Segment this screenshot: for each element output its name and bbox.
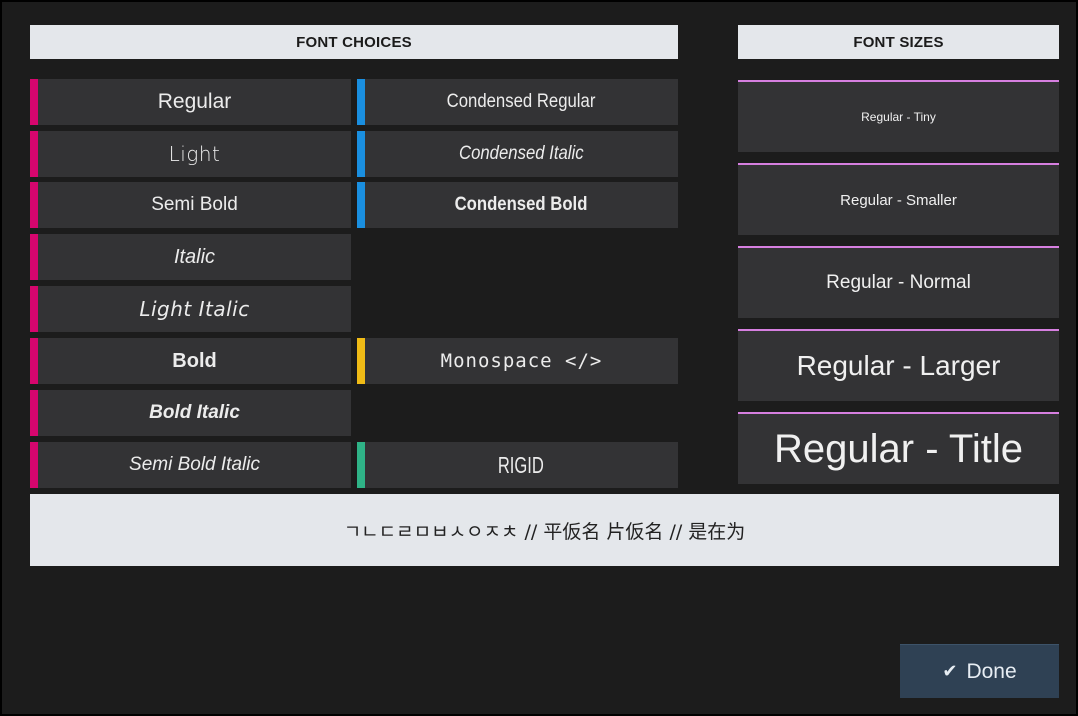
done-button[interactable]: ✔ Done bbox=[900, 644, 1059, 698]
regular-accent-bar bbox=[30, 286, 38, 332]
font-rigid-label: RIGID bbox=[497, 451, 544, 478]
regular-accent-bar bbox=[30, 338, 38, 384]
font-condensed-regular-label: Condensed Regular bbox=[446, 91, 596, 112]
size-title-label: Regular - Title bbox=[774, 426, 1023, 471]
font-rigid-button[interactable]: RIGID bbox=[357, 442, 678, 488]
monospace-accent-bar bbox=[357, 338, 365, 384]
regular-accent-bar bbox=[30, 79, 38, 125]
size-larger-label: Regular - Larger bbox=[796, 350, 1001, 381]
font-light-label: Light bbox=[168, 142, 221, 166]
size-title-button[interactable]: Regular - Title bbox=[738, 412, 1059, 484]
font-condensed-regular-button[interactable]: Condensed Regular bbox=[357, 79, 678, 125]
font-bold-italic-button[interactable]: Bold Italic bbox=[30, 390, 351, 436]
done-label: Done bbox=[966, 659, 1017, 683]
font-sizes-header: FONT SIZES bbox=[738, 25, 1059, 59]
font-italic-label: Italic bbox=[173, 245, 216, 268]
font-semi-bold-italic-button[interactable]: Semi Bold Italic bbox=[30, 442, 351, 488]
font-monospace-button[interactable]: Monospace </> bbox=[357, 338, 678, 384]
regular-accent-bar bbox=[30, 442, 38, 488]
condensed-accent-bar bbox=[357, 182, 365, 228]
font-bold-button[interactable]: Bold bbox=[30, 338, 351, 384]
font-condensed-italic-button[interactable]: Condensed Italic bbox=[357, 131, 678, 177]
size-tiny-label: Regular - Tiny bbox=[861, 110, 936, 124]
font-monospace-label: Monospace </> bbox=[440, 350, 603, 372]
size-tiny-button[interactable]: Regular - Tiny bbox=[738, 80, 1059, 152]
font-semi-bold-italic-label: Semi Bold Italic bbox=[129, 454, 260, 475]
font-light-italic-button[interactable]: Light Italic bbox=[30, 286, 351, 332]
font-condensed-italic-label: Condensed Italic bbox=[458, 143, 584, 164]
size-normal-button[interactable]: Regular - Normal bbox=[738, 246, 1059, 318]
size-smaller-button[interactable]: Regular - Smaller bbox=[738, 163, 1059, 235]
font-regular-label: Regular bbox=[157, 90, 232, 113]
font-light-button[interactable]: Light bbox=[30, 131, 351, 177]
font-choices-header: FONT CHOICES bbox=[30, 25, 678, 59]
font-light-italic-label: Light Italic bbox=[139, 297, 250, 321]
font-semi-bold-button[interactable]: Semi Bold bbox=[30, 182, 351, 228]
font-bold-italic-label: Bold Italic bbox=[149, 402, 240, 423]
size-larger-button[interactable]: Regular - Larger bbox=[738, 329, 1059, 401]
font-regular-button[interactable]: Regular bbox=[30, 79, 351, 125]
font-picker-window: FONT CHOICES FONT SIZES Regular Light Se… bbox=[2, 2, 1076, 714]
rigid-accent-bar bbox=[357, 442, 365, 488]
font-semi-bold-label: Semi Bold bbox=[151, 194, 238, 215]
regular-accent-bar bbox=[30, 182, 38, 228]
regular-accent-bar bbox=[30, 234, 38, 280]
sample-text-label: ㄱㄴㄷㄹㅁㅂㅅㅇㅈㅊ // 平仮名 片仮名 // 是在为 bbox=[343, 520, 746, 543]
font-italic-button[interactable]: Italic bbox=[30, 234, 351, 280]
condensed-accent-bar bbox=[357, 131, 365, 177]
size-normal-label: Regular - Normal bbox=[826, 272, 971, 293]
font-bold-label: Bold bbox=[172, 349, 217, 372]
font-condensed-bold-button[interactable]: Condensed Bold bbox=[357, 182, 678, 228]
regular-accent-bar bbox=[30, 131, 38, 177]
multilingual-sample-text: ㄱㄴㄷㄹㅁㅂㅅㅇㅈㅊ // 平仮名 片仮名 // 是在为 bbox=[30, 494, 1059, 566]
condensed-accent-bar bbox=[357, 79, 365, 125]
size-smaller-label: Regular - Smaller bbox=[840, 191, 957, 209]
font-condensed-bold-label: Condensed Bold bbox=[454, 194, 588, 215]
checkmark-icon: ✔ bbox=[942, 661, 958, 681]
regular-accent-bar bbox=[30, 390, 38, 436]
